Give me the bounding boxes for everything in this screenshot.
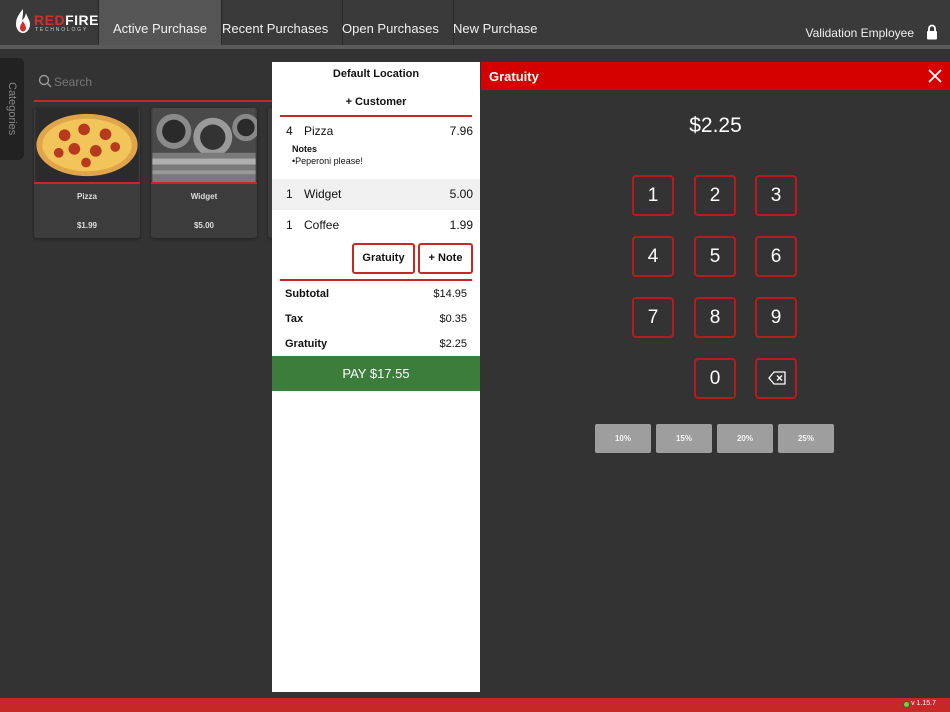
backspace-icon xyxy=(768,371,786,385)
pizza-image xyxy=(34,108,140,184)
tab-active-purchase[interactable]: Active Purchase xyxy=(99,0,222,45)
brand-logo: REDFIRE TECHNOLOGY xyxy=(0,0,99,45)
keypad-key-6[interactable]: 6 xyxy=(755,236,797,277)
keypad-key-7[interactable]: 7 xyxy=(632,297,674,338)
version-label: v 1.15.7 xyxy=(911,700,936,707)
product-name: Widget xyxy=(190,192,218,201)
tax-value: $0.35 xyxy=(439,313,467,325)
line-item-name: Widget xyxy=(304,187,342,201)
product-price: $5.00 xyxy=(193,221,215,230)
brand-wordmark: REDFIRE xyxy=(34,12,99,28)
divider xyxy=(280,115,472,117)
tab-new-purchase[interactable]: New Purchase xyxy=(439,0,552,45)
keypad-key-8[interactable]: 8 xyxy=(694,297,736,338)
percent-10-button[interactable]: 10% xyxy=(595,424,651,453)
percent-15-button[interactable]: 15% xyxy=(656,424,712,453)
notes-label: Notes xyxy=(292,144,318,154)
status-footer: v 1.15.7 xyxy=(0,698,950,712)
keypad-key-1[interactable]: 1 xyxy=(632,175,674,216)
backspace-button[interactable] xyxy=(755,358,797,399)
gratuity-label: Gratuity xyxy=(285,338,328,350)
gratuity-button[interactable]: Gratuity xyxy=(352,243,415,274)
connection-status-icon xyxy=(903,701,910,708)
pay-button[interactable]: PAY $17.55 xyxy=(272,356,480,391)
lock-icon[interactable] xyxy=(926,24,938,40)
search-icon xyxy=(38,74,52,88)
keypad-key-5[interactable]: 5 xyxy=(694,236,736,277)
add-customer-button[interactable]: + Customer xyxy=(272,96,480,108)
keypad-key-9[interactable]: 9 xyxy=(755,297,797,338)
categories-handle[interactable]: Categories xyxy=(0,58,24,160)
close-icon[interactable] xyxy=(928,69,942,83)
product-card-pizza[interactable]: Pizza $1.99 xyxy=(34,108,140,238)
product-name: Pizza xyxy=(76,192,97,201)
tab-open-purchases[interactable]: Open Purchases xyxy=(328,0,454,45)
gratuity-modal: Gratuity $2.25 1 2 3 4 5 6 7 8 9 0 10% 1… xyxy=(481,62,950,692)
tax-label: Tax xyxy=(285,313,304,325)
gratuity-value: $2.25 xyxy=(439,338,467,350)
line-item-name: Coffee xyxy=(304,218,340,232)
subtotal-label: Subtotal xyxy=(285,288,329,300)
line-item-qty: 1 xyxy=(286,187,293,201)
brand-tagline: TECHNOLOGY xyxy=(35,27,89,33)
keypad-key-2[interactable]: 2 xyxy=(694,175,736,216)
percent-20-button[interactable]: 20% xyxy=(717,424,773,453)
line-item-amount: 5.00 xyxy=(449,187,473,201)
line-item-amount: 7.96 xyxy=(449,124,473,138)
add-note-button[interactable]: + Note xyxy=(418,243,473,274)
line-item-amount: 1.99 xyxy=(449,218,473,232)
divider xyxy=(280,279,472,281)
modal-header: Gratuity xyxy=(481,62,950,90)
notes-text: •Peperoni please! xyxy=(292,156,363,166)
top-bar-divider xyxy=(0,45,950,49)
product-price: $1.99 xyxy=(76,221,98,230)
keypad-key-0[interactable]: 0 xyxy=(694,358,736,399)
order-panel: Default Location + Customer 4 Pizza 7.96… xyxy=(272,62,480,692)
line-item-qty: 4 xyxy=(286,124,293,138)
line-item-name: Pizza xyxy=(304,124,334,138)
tab-recent-purchases[interactable]: Recent Purchases xyxy=(208,0,344,45)
search-input[interactable] xyxy=(54,72,254,92)
flame-icon xyxy=(16,9,30,33)
top-bar: REDFIRE TECHNOLOGY Active Purchase Recen… xyxy=(0,0,950,45)
gratuity-amount-display: $2.25 xyxy=(689,114,742,137)
line-item-qty: 1 xyxy=(286,218,293,232)
product-card-widget[interactable]: Widget $5.00 xyxy=(151,108,257,238)
subtotal-value: $14.95 xyxy=(433,288,467,300)
keypad-key-4[interactable]: 4 xyxy=(632,236,674,277)
categories-label: Categories xyxy=(6,82,18,136)
product-search xyxy=(34,68,274,102)
widget-image xyxy=(151,108,257,184)
keypad-key-3[interactable]: 3 xyxy=(755,175,797,216)
location-selector[interactable]: Default Location xyxy=(272,68,480,80)
modal-title: Gratuity xyxy=(489,69,539,84)
employee-name[interactable]: Validation Employee xyxy=(805,26,914,40)
percent-25-button[interactable]: 25% xyxy=(778,424,834,453)
